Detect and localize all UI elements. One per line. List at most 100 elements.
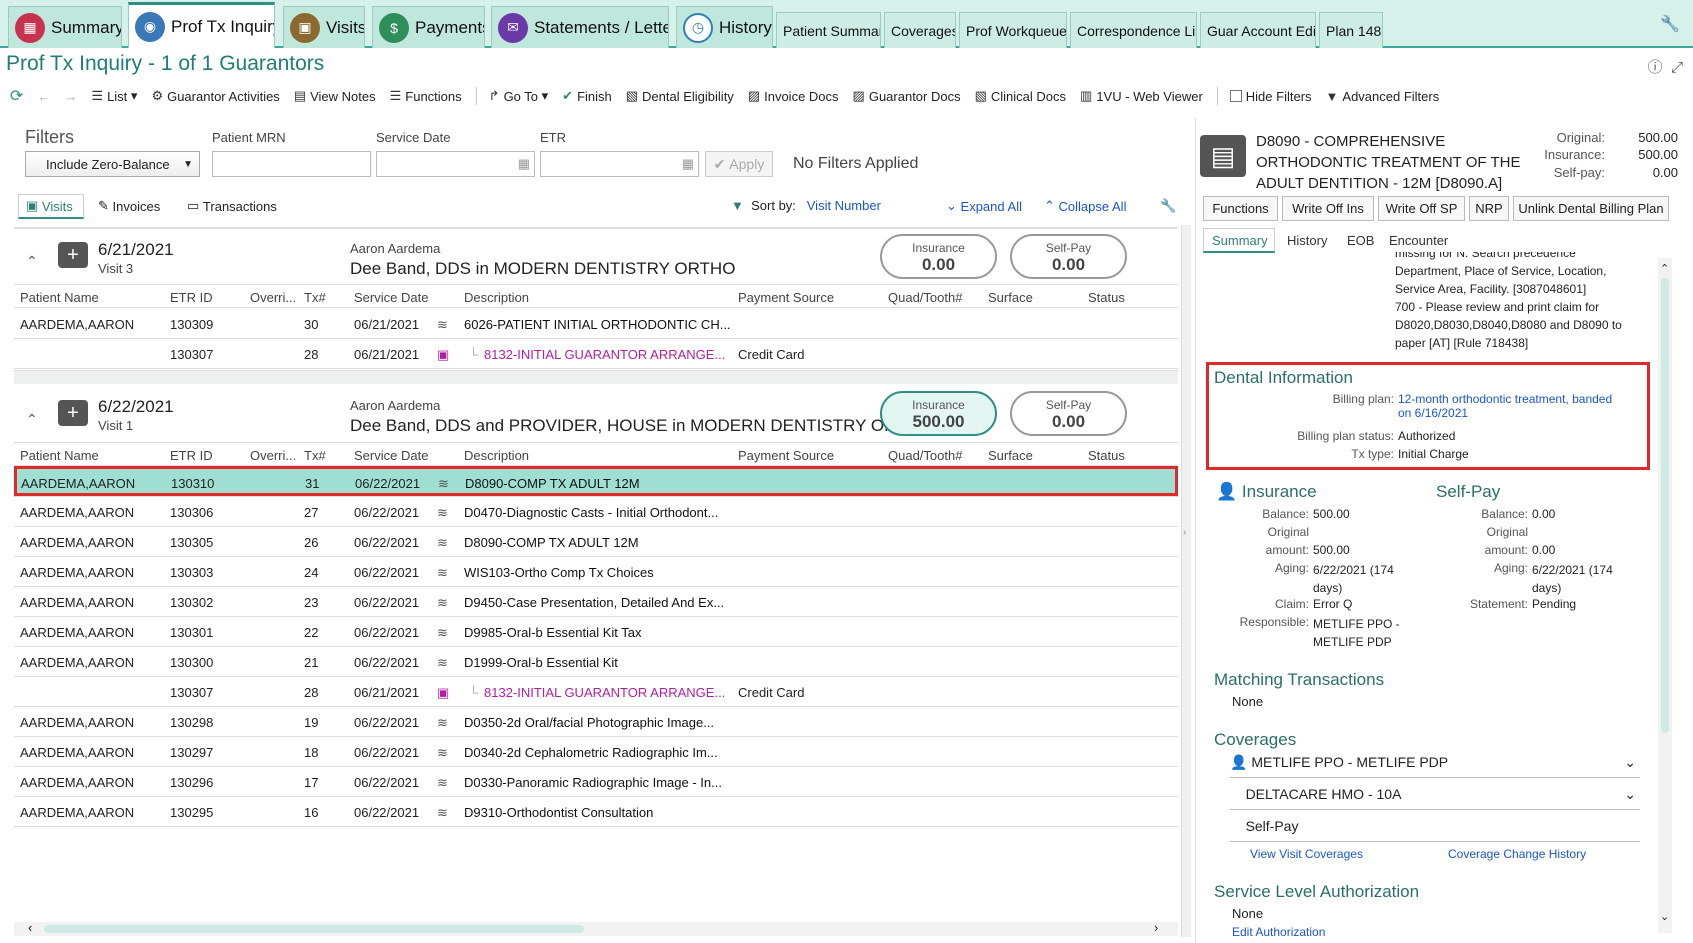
tab-prof-tx-inquiry[interactable]: ◉ Prof Tx Inquiry bbox=[128, 2, 275, 48]
hide-filters-checkbox[interactable]: Hide Filters bbox=[1229, 89, 1312, 104]
cell-description[interactable]: D0470-Diagnostic Casts - Initial Orthodo… bbox=[464, 505, 718, 520]
dental-eligibility-button[interactable]: ▧ Dental Eligibility bbox=[626, 88, 734, 104]
subtab-visits[interactable]: ▣ Visits bbox=[26, 198, 73, 214]
functions-button[interactable]: ☰ Functions bbox=[390, 88, 462, 104]
detail-scrollbar[interactable]: ⌃ ⌄ bbox=[1658, 258, 1672, 933]
cell-description[interactable]: 8132-INITIAL GUARANTOR ARRANGE... bbox=[484, 685, 725, 700]
etr-input[interactable]: ▦ bbox=[540, 151, 699, 177]
coverage-row[interactable]: 👤 METLIFE PPO - METLIFE PDP ⌄ bbox=[1230, 754, 1640, 778]
calendar-icon[interactable]: ▦ bbox=[682, 156, 694, 172]
collapse-all-link[interactable]: ⌃ Collapse All bbox=[1044, 198, 1126, 214]
scrollbar-thumb[interactable] bbox=[44, 925, 584, 933]
table-row[interactable]: AARDEMA,AARON 130306 27 06/22/2021 ≋ D0470-Di… bbox=[14, 497, 1178, 527]
patient-mrn-input[interactable] bbox=[212, 151, 371, 177]
coverage-change-history-link[interactable]: Coverage Change History bbox=[1448, 847, 1586, 861]
table-row[interactable]: AARDEMA,AARON 130297 18 06/22/2021 ≋ D0340-2d… bbox=[14, 737, 1178, 767]
nrp-button[interactable]: NRP bbox=[1469, 196, 1509, 221]
insurance-balance-pill[interactable]: Insurance 0.00 bbox=[880, 234, 997, 279]
tab-patient-summary[interactable]: Patient Summary bbox=[776, 12, 881, 48]
detail-tab-history[interactable]: History bbox=[1287, 233, 1327, 248]
service-date-input[interactable]: ▦ bbox=[376, 151, 535, 177]
table-row[interactable]: AARDEMA,AARON 130302 23 06/22/2021 ≋ D9450-Ca… bbox=[14, 587, 1178, 617]
popout-icon[interactable]: ⤢ bbox=[1671, 59, 1683, 76]
cell-description[interactable]: D9310-Orthodontist Consultation bbox=[464, 805, 653, 820]
tab-statements-letters[interactable]: ✉Statements / Letters bbox=[491, 6, 669, 48]
detail-tab-encounter[interactable]: Encounter bbox=[1389, 233, 1448, 248]
table-row[interactable]: AARDEMA,AARON 130300 21 06/22/2021 ≋ D1999-Or… bbox=[14, 647, 1178, 677]
cell-description[interactable]: D0350-2d Oral/facial Photographic Image.… bbox=[464, 715, 714, 730]
cell-description[interactable]: D9450-Case Presentation, Detailed And Ex… bbox=[464, 595, 724, 610]
guarantor-docs-button[interactable]: ▨ Guarantor Docs bbox=[853, 88, 961, 104]
splitter-arrow-icon[interactable]: › bbox=[1183, 527, 1186, 538]
subtab-invoices[interactable]: ✎ Invoices bbox=[98, 198, 160, 214]
scroll-up-icon[interactable]: ⌃ bbox=[1660, 262, 1669, 275]
insurance-balance-pill[interactable]: Insurance 500.00 bbox=[880, 391, 997, 436]
edit-authorization-link[interactable]: Edit Authorization bbox=[1232, 925, 1325, 939]
guarantor-activities-button[interactable]: ⚙ Guarantor Activities bbox=[151, 88, 279, 104]
table-row[interactable]: AARDEMA,AARON 130303 24 06/22/2021 ≋ WIS103-O… bbox=[14, 557, 1178, 587]
panel-splitter[interactable]: › bbox=[1181, 225, 1191, 937]
tab-coverages[interactable]: Coverages bbox=[884, 12, 956, 48]
tab-prof-workqueues[interactable]: Prof Workqueues bbox=[959, 12, 1067, 48]
selfpay-balance-pill[interactable]: Self-Pay 0.00 bbox=[1010, 391, 1127, 436]
scroll-right-icon[interactable]: › bbox=[1154, 920, 1158, 935]
functions-button[interactable]: Functions bbox=[1203, 196, 1278, 221]
wrench-icon[interactable]: 🔧 bbox=[1160, 198, 1176, 214]
help-icon[interactable]: ⓘ bbox=[1648, 59, 1663, 76]
detail-tab-summary[interactable]: Summary bbox=[1212, 233, 1268, 248]
cell-description[interactable]: D9985-Oral-b Essential Kit Tax bbox=[464, 625, 642, 640]
expand-all-link[interactable]: ⌄ Expand All bbox=[946, 198, 1022, 214]
detail-tab-eob[interactable]: EOB bbox=[1347, 233, 1374, 248]
tab-plan-1482[interactable]: Plan 1482 bbox=[1319, 12, 1383, 48]
tab-history[interactable]: ◷ History bbox=[676, 6, 773, 48]
subtab-transactions[interactable]: ▭ Transactions bbox=[187, 198, 277, 214]
invoice-docs-button[interactable]: ▨ Invoice Docs bbox=[748, 88, 839, 104]
clinical-docs-button[interactable]: ▧ Clinical Docs bbox=[975, 88, 1066, 104]
table-row[interactable]: AARDEMA,AARON 130296 17 06/22/2021 ≋ D0330-Pa… bbox=[14, 767, 1178, 797]
wrench-icon[interactable]: 🔧 bbox=[1660, 14, 1680, 34]
unlink-billing-plan-button[interactable]: Unlink Dental Billing Plan bbox=[1513, 196, 1669, 221]
go-to-button[interactable]: ↱ Go To ▾ bbox=[489, 88, 549, 104]
view-visit-coverages-link[interactable]: View Visit Coverages bbox=[1250, 847, 1363, 861]
tab-summary[interactable]: ▦ Summary bbox=[8, 6, 122, 48]
apply-button[interactable]: ✔ Apply bbox=[705, 151, 773, 177]
sort-value-link[interactable]: Visit Number bbox=[807, 198, 881, 213]
tab-correspondence-list[interactable]: Correspondence List bbox=[1070, 12, 1197, 48]
calendar-icon[interactable]: ▦ bbox=[518, 156, 530, 172]
finish-button[interactable]: ✔ Finish bbox=[562, 88, 612, 104]
collapse-visit-icon[interactable]: ⌃ bbox=[26, 411, 38, 428]
coverage-row[interactable]: Self-Pay bbox=[1230, 818, 1640, 842]
table-row[interactable]: AARDEMA,AARON 130309 30 06/21/2021 ≋ 6026-PAT… bbox=[14, 309, 1178, 339]
cell-description[interactable]: WIS103-Ortho Comp Tx Choices bbox=[464, 565, 654, 580]
table-row[interactable]: AARDEMA,AARON 130301 22 06/22/2021 ≋ D9985-Or… bbox=[14, 617, 1178, 647]
write-off-ins-button[interactable]: Write Off Ins bbox=[1282, 196, 1374, 221]
scrollbar-thumb[interactable] bbox=[1661, 278, 1669, 733]
billing-plan-link[interactable]: 12-month orthodontic treatment, banded on… bbox=[1398, 392, 1648, 420]
cell-description[interactable]: D0340-2d Cephalometric Radiographic Im..… bbox=[464, 745, 718, 760]
table-row[interactable]: 130307 28 06/21/2021 ▣ └ 8132-INITIAL GUARANT… bbox=[14, 339, 1178, 369]
advanced-filters-button[interactable]: ▼ Advanced Filters bbox=[1326, 89, 1440, 104]
cell-description[interactable]: D8090-COMP TX ADULT 12M bbox=[464, 535, 639, 550]
horizontal-scrollbar[interactable]: ‹ › bbox=[14, 920, 1178, 936]
table-row[interactable]: 130307 28 06/21/2021 ▣ └ 8132-INITIAL GUARANT… bbox=[14, 677, 1178, 707]
write-off-sp-button[interactable]: Write Off SP bbox=[1378, 196, 1465, 221]
web-viewer-button[interactable]: ▥ 1VU - Web Viewer bbox=[1080, 88, 1203, 104]
tab-visits[interactable]: ▣ Visits bbox=[283, 6, 365, 48]
expand-icon[interactable]: ⌄ bbox=[1624, 754, 1636, 771]
forward-icon[interactable]: → bbox=[64, 89, 77, 104]
list-button[interactable]: ☰ List ▾ bbox=[91, 88, 137, 104]
view-notes-button[interactable]: ▤ View Notes bbox=[294, 88, 376, 104]
tab-payments[interactable]: $ Payments bbox=[372, 6, 485, 48]
coverage-row[interactable]: DELTACARE HMO - 10A ⌄ bbox=[1230, 786, 1640, 810]
expand-icon[interactable]: ⌄ bbox=[1624, 786, 1636, 803]
table-row[interactable]: AARDEMA,AARON 130298 19 06/22/2021 ≋ D0350-2d… bbox=[14, 707, 1178, 737]
scroll-left-icon[interactable]: ‹ bbox=[28, 920, 32, 935]
cell-description[interactable]: D1999-Oral-b Essential Kit bbox=[464, 655, 618, 670]
tab-guar-account-edit[interactable]: Guar Account Edit bbox=[1200, 12, 1316, 48]
table-row[interactable]: AARDEMA,AARON 130295 16 06/22/2021 ≋ D9310-Or… bbox=[14, 797, 1178, 827]
cell-description[interactable]: 8132-INITIAL GUARANTOR ARRANGE... bbox=[484, 347, 725, 362]
cell-description[interactable]: D0330-Panoramic Radiographic Image - In.… bbox=[464, 775, 722, 790]
back-icon[interactable]: ← bbox=[37, 89, 50, 104]
scroll-down-icon[interactable]: ⌄ bbox=[1660, 910, 1669, 923]
table-row[interactable]: AARDEMA,AARON 130305 26 06/22/2021 ≋ D8090-CO… bbox=[14, 527, 1178, 557]
